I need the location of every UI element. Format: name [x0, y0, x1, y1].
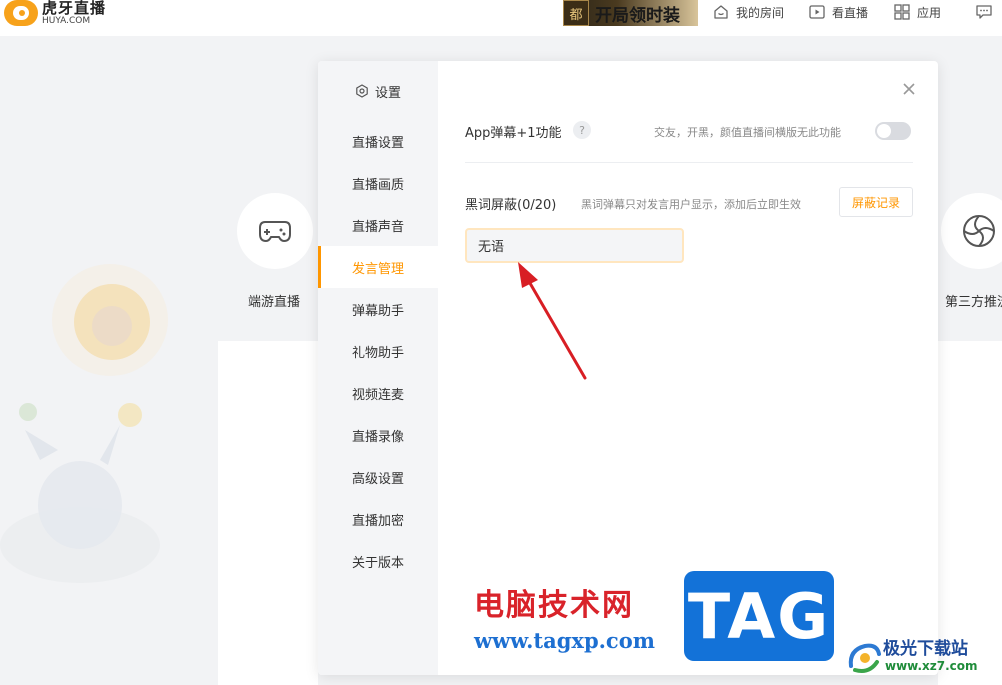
watermark-brand-name: 极光下载站 [883, 639, 968, 659]
watermark-brand-url: www.xz7.com [885, 659, 978, 673]
promo-banner[interactable]: 都 开局领时装 [563, 0, 698, 26]
brand-swirl-icon [848, 643, 881, 673]
settings-title: 设置 [374, 85, 401, 101]
third-party-stream-label: 第三方推流 [945, 295, 1002, 310]
grid-icon [894, 4, 910, 20]
nav-my-room-label: 我的房间 [736, 5, 785, 20]
sidebar-item-danmu-assistant[interactable]: 弹幕助手 [318, 288, 438, 330]
settings-hex-icon [356, 84, 368, 98]
promo-badge: 都 [563, 0, 589, 26]
watermark-tag-logo: TAG [684, 571, 834, 661]
app-danmu-row: App弹幕+1功能 ? 交友，开黑，颜值直播间横版无此功能 [465, 119, 913, 143]
nav-watch-live[interactable]: 看直播 [808, 3, 868, 21]
settings-header: 设置 [318, 81, 438, 101]
promo-text: 开局领时装 [595, 5, 680, 26]
sidebar-item-advanced-settings[interactable]: 高级设置 [318, 456, 438, 498]
nav-my-room[interactable]: 我的房间 [712, 3, 784, 21]
mascot-illustration [0, 264, 168, 583]
toggle-knob [877, 124, 891, 138]
message-icon [976, 5, 992, 19]
blacklist-description: 黑词弹幕只对发言用户显示，添加后立即生效 [581, 198, 801, 211]
sidebar-item-about-version[interactable]: 关于版本 [318, 540, 438, 582]
watermark-site-name: 电脑技术网 [474, 588, 634, 623]
sidebar-item-speech-management[interactable]: 发言管理 [318, 246, 438, 288]
sidebar-item-gift-assistant[interactable]: 礼物助手 [318, 330, 438, 372]
huya-logo[interactable]: 虎牙直播 HUYA.COM [4, 0, 106, 26]
huya-logo-icon [4, 0, 38, 26]
watermark-site-url: www.tagxp.com [474, 628, 655, 653]
background-panel-left [218, 341, 318, 685]
close-icon[interactable] [901, 81, 917, 97]
watermark-brand: 极光下载站 www.xz7.com [845, 634, 1000, 680]
sidebar-item-live-recording[interactable]: 直播录像 [318, 414, 438, 456]
nav-messages[interactable] [975, 3, 999, 21]
sidebar-item-live-settings[interactable]: 直播设置 [318, 120, 438, 162]
house-icon [714, 5, 728, 19]
help-icon[interactable]: ? [573, 121, 591, 139]
sidebar-item-live-audio[interactable]: 直播声音 [318, 204, 438, 246]
sidebar-item-video-link[interactable]: 视频连麦 [318, 372, 438, 414]
pc-game-live-label: 端游直播 [248, 295, 301, 310]
top-bar: 虎牙直播 HUYA.COM 都 开局领时装 我的房间 看直播 应用 [0, 0, 1002, 36]
settings-sidebar: 设置 直播设置 直播画质 直播声音 发言管理 弹幕助手 礼物助手 视频连麦 直播… [318, 61, 438, 675]
blacklist-title: 黑词屏蔽(0/20) [465, 198, 557, 213]
logo-subtext: HUYA.COM [42, 15, 91, 26]
sidebar-item-live-quality[interactable]: 直播画质 [318, 162, 438, 204]
divider [465, 162, 913, 163]
nav-apps[interactable]: 应用 [893, 3, 941, 21]
app-danmu-title: App弹幕+1功能 [465, 126, 562, 141]
nav-apps-label: 应用 [917, 5, 942, 20]
sidebar-item-live-encryption[interactable]: 直播加密 [318, 498, 438, 540]
blacklist-row: 黑词屏蔽(0/20) 黑词弹幕只对发言用户显示，添加后立即生效 屏蔽记录 [465, 187, 915, 217]
logo-text: 虎牙直播 [42, 0, 107, 17]
blacklist-word-input[interactable]: 无语 [465, 228, 684, 263]
third-party-stream-tile[interactable] [941, 193, 1002, 269]
block-record-button[interactable]: 屏蔽记录 [839, 187, 913, 217]
app-danmu-description: 交友，开黑，颜值直播间横版无此功能 [654, 126, 841, 139]
gamepad-icon [259, 221, 291, 242]
app-danmu-toggle[interactable] [875, 122, 911, 140]
pc-game-live-tile[interactable] [237, 193, 313, 269]
play-icon [809, 5, 825, 19]
nav-watch-live-label: 看直播 [832, 5, 869, 20]
aperture-icon [963, 215, 995, 247]
